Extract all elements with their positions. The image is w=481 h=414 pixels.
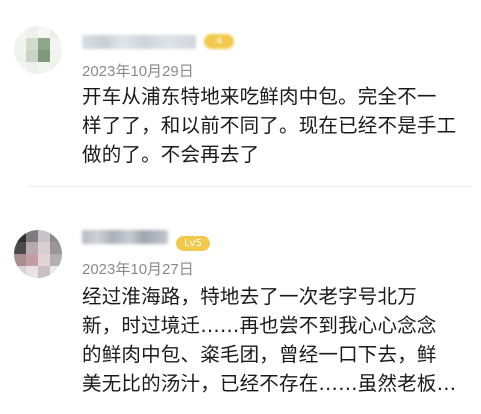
- review-item: 4 2023年10月29日 开车从浦东特地来吃鲜肉中包。完全不一 样了了，和以前…: [0, 0, 481, 186]
- avatar-pixel: [38, 230, 50, 242]
- review-date: 2023年10月29日: [82, 63, 194, 80]
- avatar-pixel: [50, 62, 62, 74]
- review-date: 2023年10月27日: [82, 261, 194, 278]
- avatar-pixel: [14, 254, 26, 266]
- avatar-pixel: [26, 254, 38, 266]
- review-text: 开车从浦东特地来吃鲜肉中包。完全不一 样了了，和以前不同了。现在已经不是手工 做…: [82, 85, 457, 166]
- avatar-pixel: [26, 266, 38, 278]
- avatar-pixel: [26, 62, 38, 74]
- level-badge: 4: [204, 34, 234, 49]
- avatar-pixel: [50, 254, 62, 266]
- avatar-pixel: [38, 62, 50, 74]
- avatar-pixel: [38, 50, 50, 62]
- review-item: Lv5 2023年10月27日 经过淮海路，特地去了一次老字号北万 新，时过境迁…: [0, 194, 481, 414]
- avatar-pixel: [14, 242, 26, 254]
- avatar-pixel: [26, 50, 38, 62]
- avatar-pixel: [50, 230, 62, 242]
- avatar-pixel: [38, 266, 50, 278]
- avatar-pixel: [38, 242, 50, 254]
- avatar-pixel: [14, 230, 26, 242]
- avatar-pixel: [14, 62, 26, 74]
- avatar-pixel: [26, 26, 38, 38]
- avatar-pixel: [50, 38, 62, 50]
- avatar-pixel: [38, 26, 50, 38]
- avatar-pixel: [26, 242, 38, 254]
- divider: [28, 186, 471, 187]
- level-badge: Lv5: [176, 236, 210, 251]
- avatar-pixel: [38, 38, 50, 50]
- avatar-pixel: [50, 50, 62, 62]
- reviews-page: 4 2023年10月29日 开车从浦东特地来吃鲜肉中包。完全不一 样了了，和以前…: [0, 0, 481, 414]
- avatar-pixel: [26, 38, 38, 50]
- avatar[interactable]: [14, 230, 62, 278]
- avatar-pixel: [14, 26, 26, 38]
- avatar-pixel: [50, 266, 62, 278]
- avatar-pixel: [38, 254, 50, 266]
- avatar-pixel: [26, 230, 38, 242]
- avatar-pixel: [14, 50, 26, 62]
- username-blurred[interactable]: [82, 230, 168, 244]
- username-blurred[interactable]: [82, 35, 196, 49]
- avatar[interactable]: [14, 26, 62, 74]
- avatar-pixel: [50, 26, 62, 38]
- review-text: 经过淮海路，特地去了一次老字号北万 新，时过境迁……再也尝不到我心心念念 的鲜肉…: [82, 285, 457, 395]
- avatar-pixel: [50, 242, 62, 254]
- avatar-pixel: [14, 266, 26, 278]
- avatar-pixel: [14, 38, 26, 50]
